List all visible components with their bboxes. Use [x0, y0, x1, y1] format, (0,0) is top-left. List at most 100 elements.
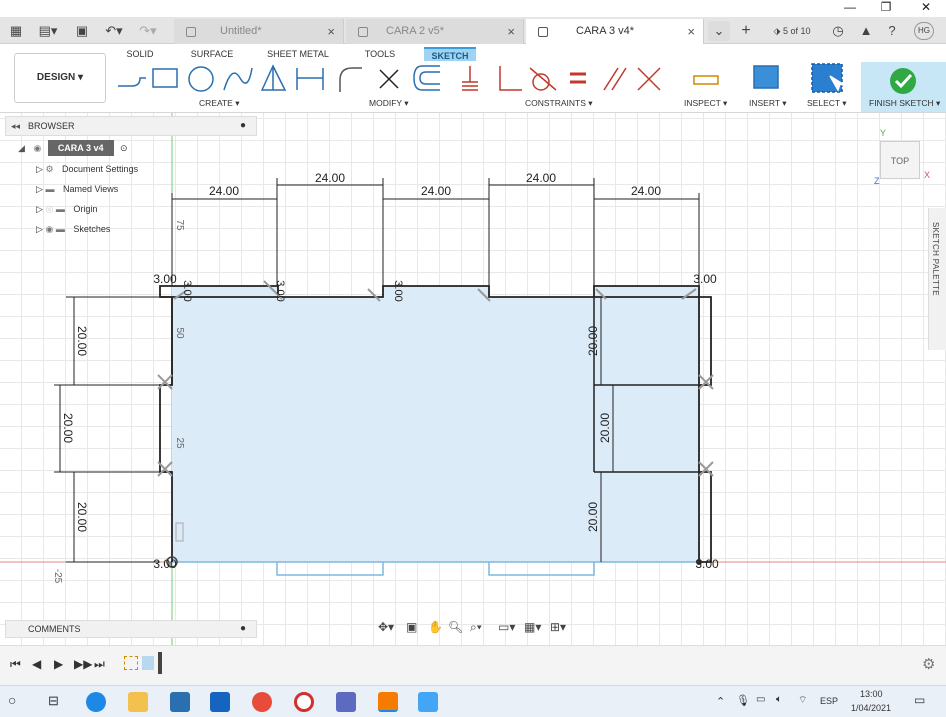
browser-item-named-views[interactable]: ▷ ▬ Named Views — [36, 181, 118, 197]
tab-solid[interactable]: SOLID — [120, 47, 160, 61]
step-back-icon[interactable]: ◀ — [32, 657, 41, 671]
opera-icon[interactable] — [294, 692, 314, 712]
settings-gear-icon[interactable]: ⚙ — [922, 655, 935, 673]
browser-item-document-settings[interactable]: ▷ ⚙ Document Settings — [36, 161, 138, 177]
save-icon[interactable]: ▣ — [72, 21, 92, 41]
start-icon[interactable]: ○ — [8, 692, 16, 708]
dim-top-2[interactable]: 24.00 — [315, 171, 345, 185]
fix-icon[interactable] — [462, 66, 478, 91]
tray-chevron-icon[interactable]: ⌃ — [716, 695, 725, 708]
close-window-button[interactable]: ✕ — [906, 0, 946, 17]
dim-top-1[interactable]: 24.00 — [209, 184, 239, 198]
tab-cara2[interactable]: CARA 2 v5* × — [346, 19, 524, 44]
select-menu[interactable]: SELECT ▾ — [807, 98, 847, 109]
measure-icon[interactable] — [693, 75, 719, 85]
timeline-marker[interactable] — [158, 652, 162, 674]
insert-image-icon[interactable] — [753, 65, 779, 89]
line-icon[interactable] — [118, 77, 146, 87]
equal-icon[interactable] — [570, 72, 586, 84]
sketch-palette-tab[interactable]: SKETCH PALETTE — [928, 208, 946, 350]
hidden-eye-icon[interactable]: ◎ — [45, 204, 53, 214]
dim-small-4[interactable]: 3.00 — [695, 557, 719, 571]
clock-date[interactable]: 1/04/2021 — [851, 703, 891, 713]
circle-icon[interactable] — [188, 66, 214, 92]
file-menu-icon[interactable]: ▤▾ — [34, 21, 62, 41]
apps-grid-icon[interactable]: ▦ — [6, 21, 26, 41]
pin-icon[interactable]: ● — [240, 117, 246, 135]
fillet-icon[interactable] — [339, 67, 362, 92]
redo-icon[interactable]: ↷▾ — [134, 21, 162, 41]
notifications-icon[interactable]: ▲ — [856, 21, 876, 41]
constraints-menu[interactable]: CONSTRAINTS ▾ — [525, 98, 593, 109]
perpendicular-icon[interactable] — [499, 66, 522, 91]
parallel-icon[interactable] — [603, 67, 627, 91]
tab-sketch[interactable]: SKETCH — [424, 47, 476, 61]
view-cube[interactable]: TOP — [880, 141, 920, 179]
look-at-icon[interactable]: ▣ — [406, 620, 417, 634]
coincident-icon[interactable] — [637, 67, 661, 91]
store-icon[interactable] — [170, 692, 190, 712]
dim-small-2[interactable]: 3.00 — [693, 272, 717, 286]
fusion360-icon[interactable] — [378, 692, 398, 712]
dim-top-4[interactable]: 24.00 — [526, 171, 556, 185]
expand-icon[interactable]: ▷ — [36, 164, 43, 174]
dim-small-3[interactable]: 3.00 — [153, 557, 177, 571]
pin-icon[interactable]: ● — [240, 621, 246, 637]
dim-top-3[interactable]: 24.00 — [421, 184, 451, 198]
browser-item-origin[interactable]: ▷ ◎ ▬ Origin — [36, 201, 97, 217]
restore-button[interactable]: ❐ — [866, 0, 906, 17]
volume-icon[interactable]: 🔈︎ — [776, 694, 782, 705]
dim-left-2[interactable]: 20.00 — [61, 413, 75, 443]
expand-triangle-icon[interactable]: ◢ — [18, 143, 25, 153]
visibility-eye-icon[interactable]: ◉ — [45, 224, 53, 234]
play-icon[interactable]: ▶ — [54, 657, 63, 671]
trim-icon[interactable] — [379, 69, 399, 89]
clock-icon[interactable]: ◷ — [828, 21, 848, 41]
grid-settings-icon[interactable]: ▦▾ — [524, 620, 541, 634]
task-view-icon[interactable]: ⊟ — [48, 693, 59, 709]
orbit-icon[interactable]: ✥▾ — [378, 620, 394, 634]
viewports-icon[interactable]: ⊞▾ — [550, 620, 566, 634]
inspect-menu[interactable]: INSPECT ▾ — [684, 98, 727, 109]
dim-right-2[interactable]: 20.00 — [598, 413, 612, 443]
mail-icon[interactable] — [210, 692, 230, 712]
tab-surface[interactable]: SURFACE — [188, 47, 236, 61]
tab-cara3[interactable]: CARA 3 v4* × — [526, 19, 704, 46]
battery-icon[interactable]: ▭ — [756, 694, 765, 705]
offset-icon[interactable] — [413, 65, 440, 91]
tab-tools[interactable]: TOOLS — [360, 47, 400, 61]
undo-icon[interactable]: ↶▾ — [100, 21, 128, 41]
mic-icon[interactable]: 🎙︎ — [736, 694, 750, 707]
dim-left-1[interactable]: 20.00 — [75, 326, 89, 356]
new-tab-icon[interactable]: + — [736, 21, 756, 41]
edge-icon[interactable] — [86, 692, 106, 712]
comments-panel[interactable]: COMMENTS ● — [5, 620, 257, 638]
sketch-drawing[interactable]: 24.00 24.00 24.00 24.00 24.00 3.00 3.00 … — [0, 113, 946, 645]
tab-close-icon[interactable]: × — [687, 19, 695, 44]
tab-sheet-metal[interactable]: SHEET METAL — [265, 47, 331, 61]
browser-item-sketches[interactable]: ▷ ◉ ▬ Sketches — [36, 221, 110, 237]
go-to-end-icon[interactable]: ⏭ — [94, 657, 105, 672]
minimize-button[interactable]: — — [830, 0, 870, 17]
expand-icon[interactable]: ▷ — [36, 204, 43, 214]
dim-right-3[interactable]: 20.00 — [586, 502, 600, 532]
dim-small-5[interactable]: 3.00 — [181, 280, 193, 301]
collapse-icon[interactable]: ◂◂ — [11, 117, 20, 135]
step-forward-icon[interactable]: ▶▶ — [74, 657, 92, 671]
insert-menu[interactable]: INSERT ▾ — [749, 98, 787, 109]
dimension-icon[interactable] — [296, 68, 324, 90]
expand-icon[interactable]: ▷ — [36, 184, 43, 194]
dim-top-5[interactable]: 24.00 — [631, 184, 661, 198]
app-icon[interactable] — [336, 692, 356, 712]
job-status[interactable]: ⬗ 5 of 10 — [764, 21, 820, 41]
tab-close-icon[interactable]: × — [327, 19, 335, 44]
dim-left-3[interactable]: 20.00 — [75, 502, 89, 532]
timeline-feature[interactable] — [142, 656, 154, 670]
create-menu[interactable]: CREATE ▾ — [199, 98, 239, 109]
dim-small-7[interactable]: 3.00 — [392, 280, 404, 301]
zoom-icon[interactable]: 🔍︎ — [448, 620, 463, 634]
finish-sketch-menu[interactable]: FINISH SKETCH ▾ — [869, 98, 940, 109]
modify-menu[interactable]: MODIFY ▾ — [369, 98, 409, 109]
rectangle-icon[interactable] — [152, 68, 178, 88]
help-icon[interactable]: ? — [882, 21, 902, 41]
